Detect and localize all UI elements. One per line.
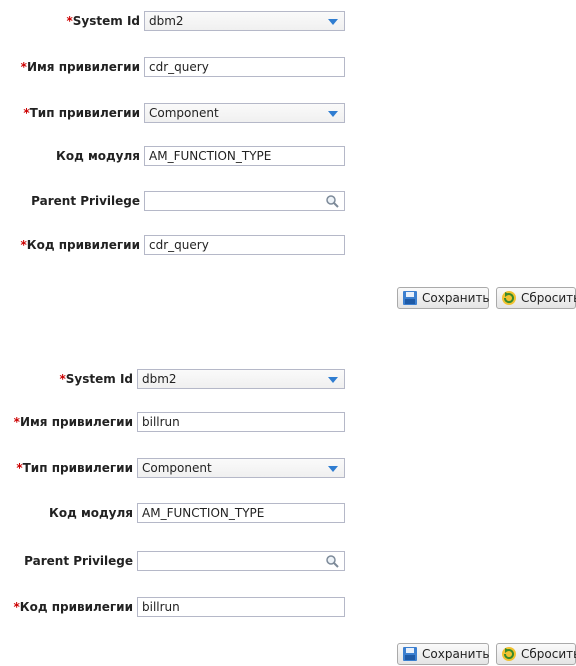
privilege-code-label: *Код привилегии [20,238,140,252]
privilege-type-select[interactable]: Component [137,458,345,478]
privilege-name-input[interactable]: cdr_query [144,57,345,77]
module-code-label: Код модуля [56,149,140,163]
row-privilege-name: *Имя привилегии cdr_query [0,57,576,79]
row-privilege-code: *Код привилегии billrun [0,597,576,619]
save-button[interactable]: Сохранить [397,287,490,309]
parent-privilege-input[interactable] [144,191,345,211]
row-module-code: Код модуля AM_FUNCTION_TYPE [0,503,576,525]
search-icon[interactable] [325,194,339,208]
privilege-form-1: *System Id dbm2 *Имя привилегии cdr_quer… [0,0,576,310]
system-id-label: *System Id [66,14,141,28]
row-system-id: *System Id dbm2 [0,369,576,391]
reset-button[interactable]: Сбросить [496,643,576,665]
chevron-down-icon[interactable] [328,377,338,383]
system-id-select[interactable]: dbm2 [137,369,345,389]
row-privilege-type: *Тип привилегии Component [0,458,576,480]
parent-privilege-input[interactable] [137,551,345,571]
privilege-code-input[interactable]: billrun [137,597,345,617]
privilege-code-input[interactable]: cdr_query [144,235,345,255]
privilege-type-select[interactable]: Component [144,103,345,123]
row-privilege-code: *Код привилегии cdr_query [0,235,576,257]
privilege-name-input[interactable]: billrun [137,412,345,432]
row-privilege-type: *Тип привилегии Component [0,103,576,125]
row-system-id: *System Id dbm2 [0,11,576,33]
row-privilege-name: *Имя привилегии billrun [0,412,576,434]
module-code-input[interactable]: AM_FUNCTION_TYPE [137,503,345,523]
reset-icon [502,647,516,661]
privilege-name-label: *Имя привилегии [20,60,140,74]
module-code-label: Код модуля [49,506,133,520]
module-code-input[interactable]: AM_FUNCTION_TYPE [144,146,345,166]
privilege-type-label: *Тип привилегии [16,461,133,475]
row-parent-privilege: Parent Privilege [0,191,576,213]
parent-privilege-label: Parent Privilege [24,554,133,568]
row-parent-privilege: Parent Privilege [0,551,576,573]
chevron-down-icon[interactable] [328,111,338,117]
save-icon [403,291,417,305]
row-module-code: Код модуля AM_FUNCTION_TYPE [0,146,576,168]
parent-privilege-label: Parent Privilege [31,194,140,208]
privilege-name-label: *Имя привилегии [13,415,133,429]
privilege-form-2: *System Id dbm2 *Имя привилегии billrun … [0,360,576,666]
privilege-code-label: *Код привилегии [13,600,133,614]
chevron-down-icon[interactable] [328,19,338,25]
save-button[interactable]: Сохранить [397,643,490,665]
chevron-down-icon[interactable] [328,466,338,472]
reset-icon [502,291,516,305]
system-id-select[interactable]: dbm2 [144,11,345,31]
reset-button[interactable]: Сбросить [496,287,576,309]
save-icon [403,647,417,661]
privilege-type-label: *Тип привилегии [23,106,140,120]
search-icon[interactable] [325,554,339,568]
system-id-label: *System Id [59,372,134,386]
